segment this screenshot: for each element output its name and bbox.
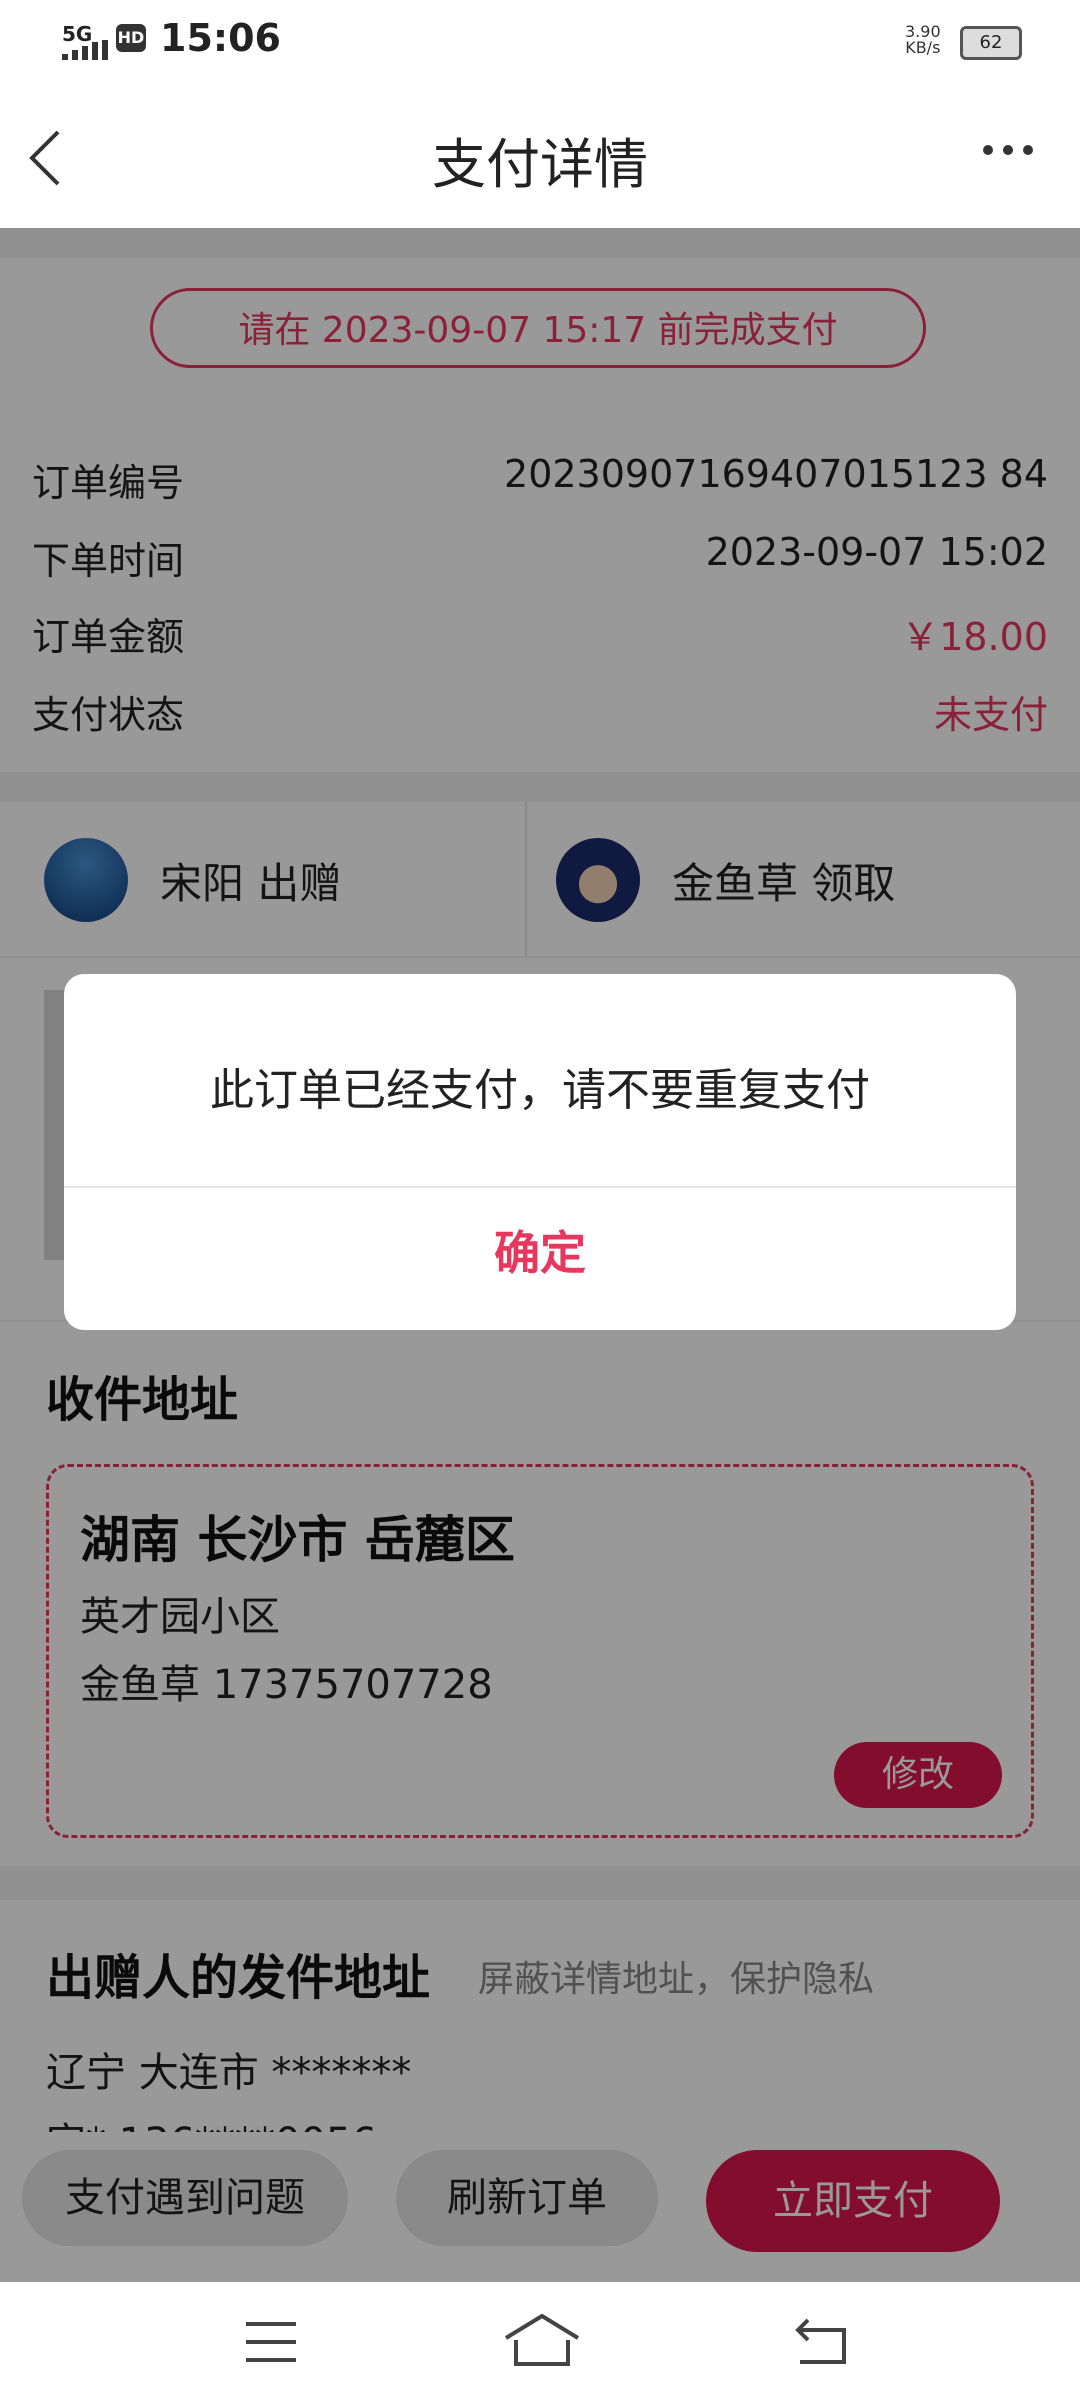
menu-icon[interactable] [244, 2318, 298, 2370]
network-speed: 3.90 KB/s [905, 24, 941, 56]
system-nav-bar [0, 2282, 1080, 2408]
back-nav-icon[interactable] [794, 2316, 850, 2370]
page-title: 支付详情 [432, 133, 648, 196]
dialog-message: 此订单已经支付，请不要重复支付 [210, 1065, 870, 1116]
home-icon[interactable] [502, 2312, 582, 2372]
status-bar: 5G HD 15:06 3.90 KB/s 62 [0, 0, 1080, 80]
already-paid-dialog: 此订单已经支付，请不要重复支付 确定 [64, 974, 1016, 1330]
speed-unit: KB/s [905, 38, 941, 57]
hd-badge: HD [116, 24, 146, 52]
confirm-button[interactable]: 确定 [64, 1186, 1016, 1330]
battery-icon: 62 [960, 26, 1022, 60]
signal-icon [62, 40, 112, 64]
more-icon[interactable] [980, 120, 1036, 191]
status-time: 15:06 [160, 16, 281, 60]
app-header: 支付详情 [0, 80, 1080, 228]
battery-level: 62 [979, 32, 1003, 53]
